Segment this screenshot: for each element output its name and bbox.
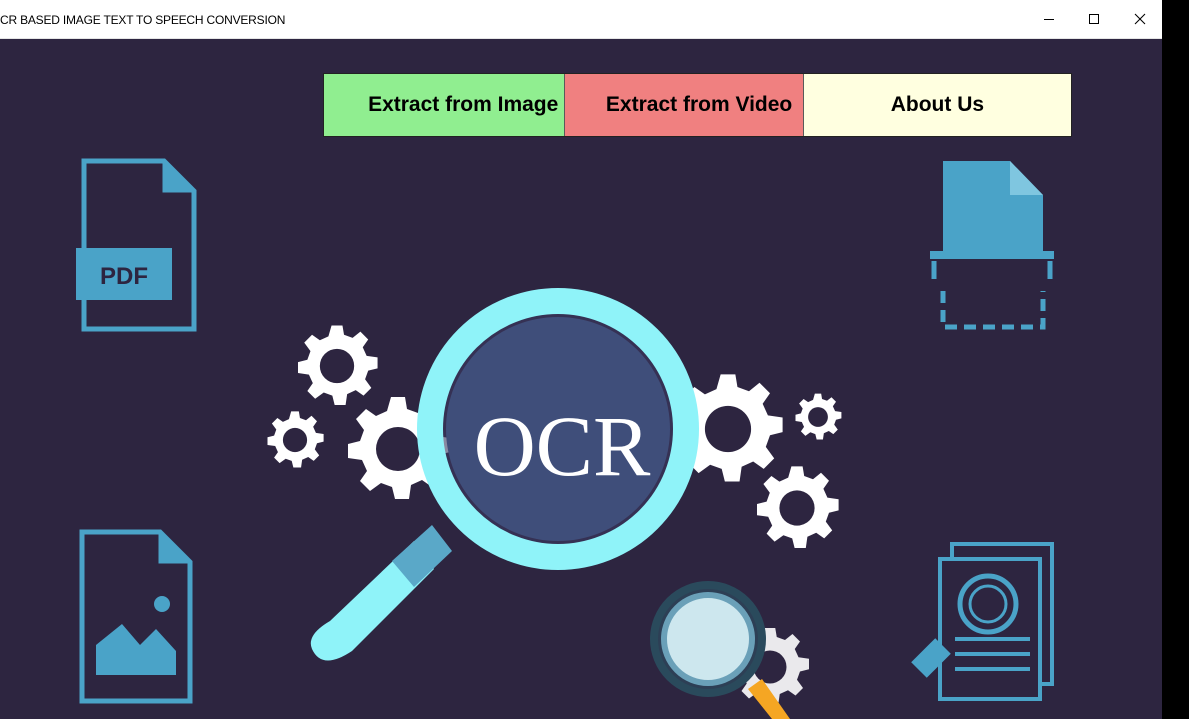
main-nav: Extract from Image Extract from Video Ab… <box>323 73 1072 137</box>
close-button[interactable] <box>1117 0 1162 38</box>
title-bar: CR BASED IMAGE TEXT TO SPEECH CONVERSION <box>0 0 1162 39</box>
window-title: CR BASED IMAGE TEXT TO SPEECH CONVERSION <box>0 13 286 27</box>
extract-from-image-button[interactable]: Extract from Image <box>324 74 565 136</box>
maximize-button[interactable] <box>1071 0 1117 38</box>
extract-from-video-button[interactable]: Extract from Video <box>564 74 803 136</box>
about-us-button[interactable]: About Us <box>802 74 1071 136</box>
app-window: CR BASED IMAGE TEXT TO SPEECH CONVERSION <box>0 0 1162 719</box>
pdf-file-icon: PDF <box>76 158 197 332</box>
maximize-icon <box>1089 14 1099 24</box>
close-icon <box>1134 13 1146 25</box>
extract-from-image-label: Extract from Image <box>368 93 559 116</box>
image-file-icon <box>79 529 193 704</box>
minimize-button[interactable] <box>1026 0 1072 38</box>
ocr-banner: PDF OCR Extract from Image Extract from … <box>0 39 1162 719</box>
small-magnifier-icon <box>650 581 809 719</box>
ocr-banner-art: PDF OCR <box>76 158 1054 719</box>
extract-from-video-label: Extract from Video <box>605 93 793 116</box>
scanner-icon <box>930 161 1054 330</box>
minimize-icon <box>1044 19 1054 20</box>
pdf-label: PDF <box>100 263 148 290</box>
ocr-logo-text: OCR <box>474 398 651 494</box>
about-us-label: About Us <box>890 93 985 116</box>
document-search-icon <box>911 542 1054 701</box>
